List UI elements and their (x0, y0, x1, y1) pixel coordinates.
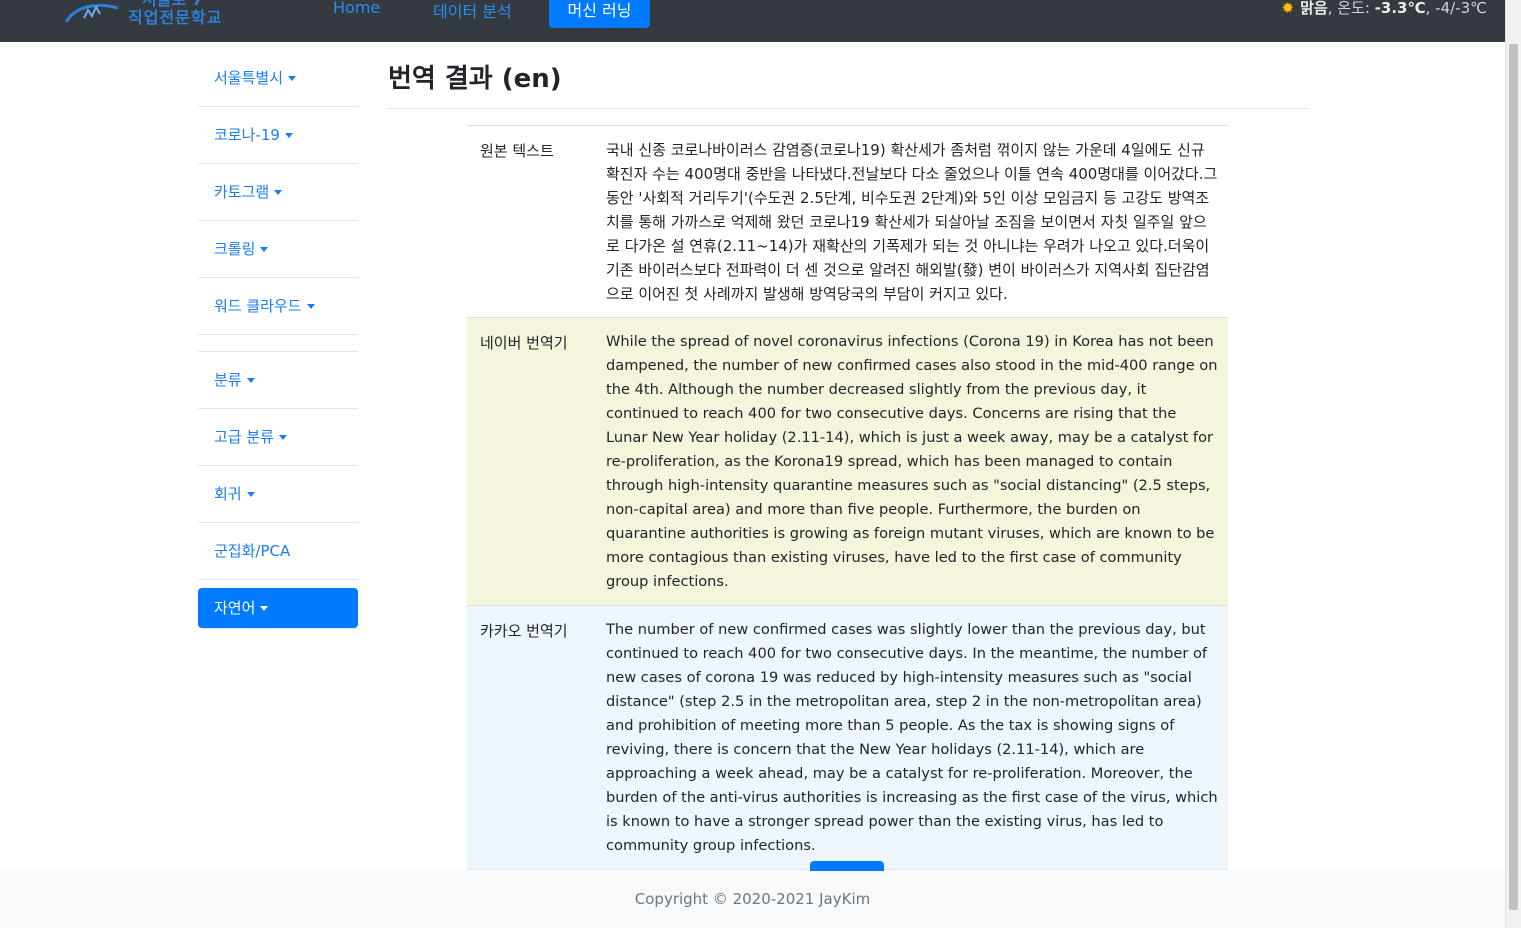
nav-data-analysis[interactable]: 데이터 분석 (433, 0, 512, 22)
caret-down-icon (260, 247, 269, 252)
caret-down-icon (306, 304, 315, 309)
table-row-kakao: 카카오 번역기 The number of new confirmed case… (467, 606, 1228, 870)
table-row-naver: 네이버 번역기 While the spread of novel corona… (467, 318, 1228, 606)
table-row-original: 원본 텍스트 국내 신종 코로나바이러스 감염증(코로나19) 확산세가 좀처럼… (467, 126, 1228, 318)
caret-down-icon (278, 435, 287, 440)
row-label: 카카오 번역기 (480, 622, 568, 640)
row-label: 네이버 번역기 (480, 334, 568, 352)
row-label: 원본 텍스트 (480, 142, 554, 160)
top-navbar: 서울로 7 직업전문학교 Home 데이터 분석 머신 러닝 ✹ 맑음, 온도: … (0, 0, 1505, 42)
weather-range: , -4/-3℃ (1425, 0, 1487, 17)
original-text: 국내 신종 코로나바이러스 감염증(코로나19) 확산세가 좀처럼 꺾이지 않는… (606, 141, 1218, 303)
sidebar-item-corona[interactable]: 코로나-19 (198, 107, 358, 164)
weather-temp: -3.3℃ (1374, 0, 1426, 17)
sidebar-item-regression[interactable]: 회귀 (198, 466, 358, 523)
logo-swoosh-icon (64, 3, 119, 23)
caret-down-icon (246, 378, 255, 383)
kakao-translation-text: The number of new confirmed cases was sl… (606, 621, 1218, 854)
sidebar-item-label: 군집화/PCA (214, 542, 291, 560)
sidebar-item-seoul[interactable]: 서울특별시 (198, 50, 358, 107)
sidebar-item-label: 자연어 (214, 599, 256, 617)
sidebar-item-label: 고급 분류 (214, 428, 274, 446)
sidebar-item-label: 크롤링 (214, 240, 256, 258)
nav-machine-learning[interactable]: 머신 러닝 (549, 0, 650, 28)
sidebar-item-label: 코로나-19 (214, 126, 280, 144)
title-divider (388, 108, 1308, 109)
footer: Copyright © 2020-2021 JayKim (0, 871, 1505, 928)
copyright-text: Copyright © 2020-2021 JayKim (634, 890, 871, 908)
weather-temp-label: , 온도: (1327, 0, 1375, 17)
sidebar-item-classification[interactable]: 분류 (198, 352, 358, 409)
logo-subtitle: 직업전문학교 (128, 8, 222, 27)
sidebar-item-nlp[interactable]: 자연어 (198, 588, 358, 628)
page-scrollbar[interactable] (1505, 0, 1521, 928)
sidebar-active-wrap: 자연어 (198, 580, 358, 629)
sidebar-item-wordcloud[interactable]: 워드 클라우드 (198, 278, 358, 335)
nav-home[interactable]: Home (333, 0, 380, 17)
sidebar-item-crawling[interactable]: 크롤링 (198, 221, 358, 278)
sidebar-item-label: 분류 (214, 371, 242, 389)
sidebar-item-cartogram[interactable]: 카토그램 (198, 164, 358, 221)
caret-down-icon (246, 492, 255, 497)
sun-icon: ✹ (1281, 0, 1295, 17)
sidebar-item-advanced-classification[interactable]: 고급 분류 (198, 409, 358, 466)
sidebar: 서울특별시 코로나-19 카토그램 크롤링 워드 클라우드 분류 고급 분류 회… (198, 50, 358, 629)
sidebar-divider (198, 335, 358, 352)
caret-down-icon (284, 133, 293, 138)
caret-down-icon (288, 76, 297, 81)
naver-translation-text: While the spread of novel coronavirus in… (606, 333, 1218, 590)
sidebar-item-label: 카토그램 (214, 183, 270, 201)
scrollbar-thumb[interactable] (1509, 44, 1518, 910)
weather-condition: 맑음 (1300, 0, 1328, 17)
weather-widget: ✹ 맑음, 온도: -3.3℃, -4/-3℃ (1282, 0, 1487, 18)
site-logo[interactable]: 서울로 7 직업전문학교 (62, 0, 222, 32)
sidebar-item-label: 서울특별시 (214, 69, 284, 87)
page-title: 번역 결과 (en) (388, 64, 562, 94)
caret-down-icon (260, 606, 269, 611)
translation-table: 원본 텍스트 국내 신종 코로나바이러스 감염증(코로나19) 확산세가 좀처럼… (467, 125, 1228, 870)
caret-down-icon (274, 190, 283, 195)
sidebar-item-clustering-pca[interactable]: 군집화/PCA (198, 523, 358, 580)
sidebar-item-label: 워드 클라우드 (214, 297, 302, 315)
sidebar-item-label: 회귀 (214, 485, 242, 503)
